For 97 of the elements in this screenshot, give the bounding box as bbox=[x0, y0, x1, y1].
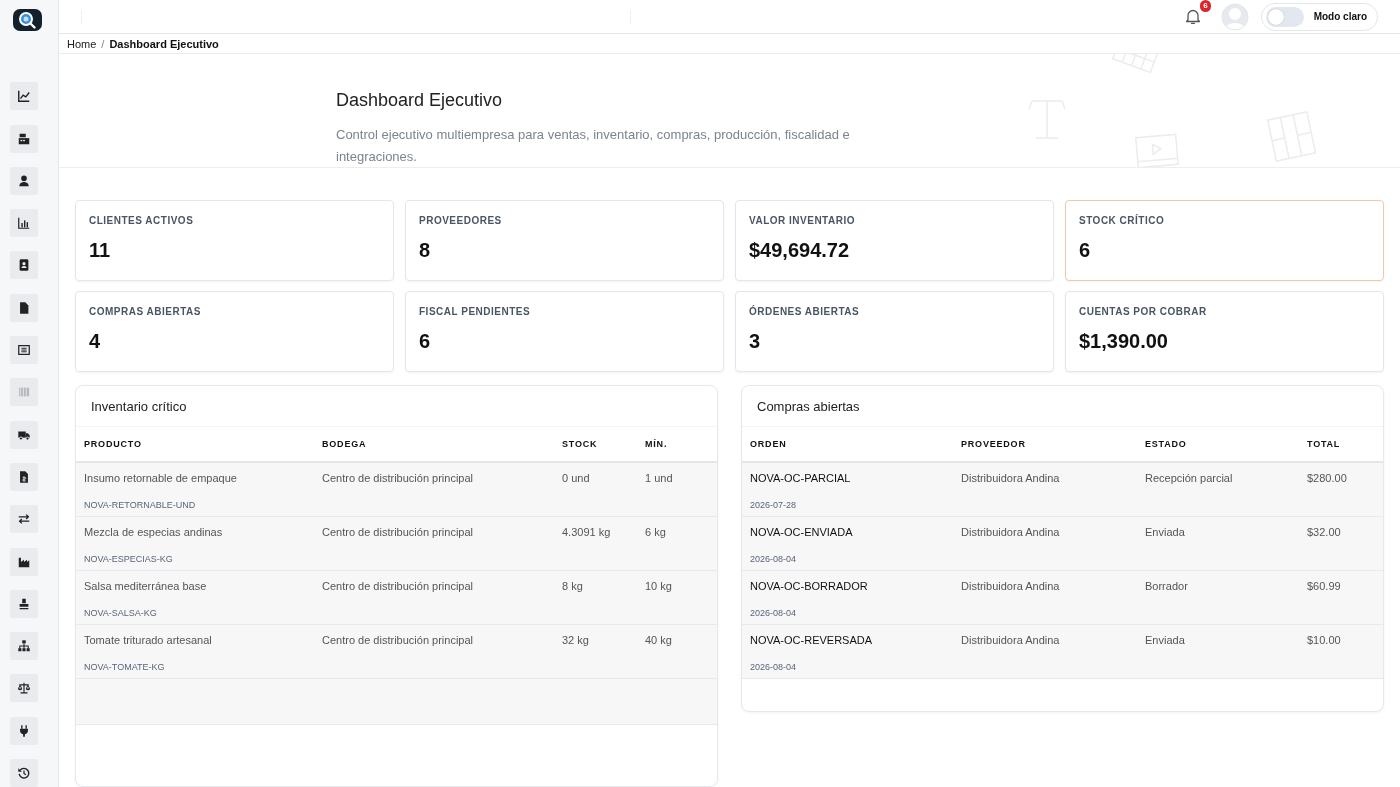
stat-value: 4 bbox=[89, 330, 102, 353]
plug-button[interactable] bbox=[10, 716, 38, 745]
stat-value: 6 bbox=[1079, 239, 1092, 262]
table-cell-text: 6 kg bbox=[645, 526, 667, 538]
cell-subtext: 2026-08-04 bbox=[750, 608, 798, 618]
cell-subtext: NOVA-RETORNABLE-UND bbox=[84, 500, 197, 510]
table-cell-text: $60.99 bbox=[1307, 580, 1342, 592]
bar-chart-button[interactable] bbox=[10, 209, 38, 238]
table-cell-text: 32 kg bbox=[562, 634, 590, 646]
list-box-icon bbox=[17, 343, 31, 358]
table-cell-text: Enviada bbox=[1145, 634, 1186, 646]
cash-register-button[interactable] bbox=[10, 124, 38, 153]
stat-label: COMPRAS ABIERTAS bbox=[89, 306, 202, 317]
table-cell-text: NOVA-OC-ENVIADA bbox=[750, 526, 854, 538]
scale-icon bbox=[17, 681, 31, 696]
table-cell-text: 1 und bbox=[645, 472, 674, 484]
history-icon bbox=[17, 766, 31, 780]
table-cell-text: Salsa mediterránea base bbox=[84, 580, 208, 592]
card-title: Compras abiertas bbox=[742, 386, 1383, 427]
history-button[interactable] bbox=[10, 759, 38, 787]
table-cell-text: Centro de distribución principal bbox=[322, 472, 475, 484]
table-cell-text: Tomate triturado artesanal bbox=[84, 634, 213, 646]
current-page-label: Dashboard Ejecutivo bbox=[109, 37, 219, 50]
factory-button[interactable] bbox=[10, 547, 38, 576]
stat-label: ÓRDENES ABIERTAS bbox=[749, 306, 861, 317]
cell-subtext: 2026-08-04 bbox=[750, 554, 798, 564]
page-description: Control ejecutivo multiempresa para ventas, inventario, compras, producción, fiscalidad e integraciones. bbox=[336, 126, 851, 167]
table-cell-text: Distribuidora Andina bbox=[961, 526, 1061, 538]
card-title: Inventario crítico bbox=[76, 386, 717, 427]
stat-label: CUENTAS POR COBRAR bbox=[1079, 306, 1208, 317]
stat-value: $49,694.72 bbox=[749, 239, 851, 262]
table-cell-text: Enviada bbox=[1145, 526, 1186, 538]
invoice-icon bbox=[17, 469, 31, 484]
table-cell-text: Centro de distribución principal bbox=[322, 526, 475, 538]
stat-label: FISCAL PENDIENTES bbox=[419, 306, 532, 317]
stat-label: VALOR INVENTARIO bbox=[749, 215, 856, 226]
table-cell-text: Centro de distribución principal bbox=[322, 634, 475, 646]
table-cell-text: NOVA-OC-BORRADOR bbox=[750, 580, 869, 592]
stamp-icon bbox=[17, 596, 31, 611]
sitemap-icon bbox=[17, 639, 31, 654]
table-cell-text: NOVA-OC-PARCIAL bbox=[750, 472, 852, 484]
table-cell-text: 40 kg bbox=[645, 634, 673, 646]
stat-label: STOCK CRÍTICO bbox=[1079, 215, 1166, 226]
table-cell-text: Distribuidora Andina bbox=[961, 634, 1061, 646]
stat-value: 6 bbox=[419, 330, 432, 353]
table-cell-text: Mezcla de especias andinas bbox=[84, 526, 224, 538]
stat-value: 3 bbox=[749, 330, 762, 353]
table-cell-text: Distribuidora Andina bbox=[961, 472, 1061, 484]
list-box-button[interactable] bbox=[10, 336, 38, 365]
cash-register-icon bbox=[17, 131, 31, 146]
stat-label: PROVEEDORES bbox=[419, 215, 503, 226]
logo-icon[interactable] bbox=[12, 9, 42, 32]
invoice-button[interactable] bbox=[10, 462, 38, 491]
chart-line-button[interactable] bbox=[10, 82, 38, 111]
table-cell-text: $280.00 bbox=[1307, 472, 1348, 484]
swap-arrows-button[interactable] bbox=[10, 505, 38, 534]
table-cell-text: Recepción parcial bbox=[1145, 472, 1234, 484]
cell-subtext: NOVA-ESPECIAS-KG bbox=[84, 554, 174, 564]
scale-button[interactable] bbox=[10, 674, 38, 703]
table-cell-text: $32.00 bbox=[1307, 526, 1342, 538]
file-button[interactable] bbox=[10, 293, 38, 322]
cell-subtext: 2026-08-04 bbox=[750, 662, 798, 672]
table-cell-text: 0 und bbox=[562, 472, 591, 484]
page-title: Dashboard Ejecutivo bbox=[336, 90, 504, 112]
table-cell-text: $10.00 bbox=[1307, 634, 1342, 646]
table-cell-text: Borrador bbox=[1145, 580, 1189, 592]
user-button[interactable] bbox=[10, 166, 38, 195]
truck-button[interactable] bbox=[10, 420, 38, 449]
table-cell-text: 4.3091 kg bbox=[562, 526, 612, 538]
swap-arrows-icon bbox=[17, 512, 31, 527]
user-icon bbox=[17, 173, 31, 188]
cell-subtext: NOVA-SALSA-KG bbox=[84, 608, 158, 618]
contact-book-icon bbox=[17, 258, 31, 273]
table-cell-text: NOVA-OC-REVERSADA bbox=[750, 634, 874, 646]
notification-count: 6 bbox=[1200, 0, 1211, 12]
contact-book-button[interactable] bbox=[10, 251, 38, 280]
table-cell-text: 10 kg bbox=[645, 580, 673, 592]
notification-bell-icon[interactable] bbox=[1184, 8, 1201, 26]
table-cell-text: Distribuidora Andina bbox=[961, 580, 1061, 592]
stat-value: 8 bbox=[419, 239, 432, 262]
stat-label: CLIENTES ACTIVOS bbox=[89, 215, 195, 226]
breadcrumb-link[interactable]: Home bbox=[67, 37, 97, 50]
chart-line-icon bbox=[17, 89, 31, 104]
table-cell-text: Centro de distribución principal bbox=[322, 580, 475, 592]
cell-subtext: 2026-07-28 bbox=[750, 500, 798, 510]
stat-value: $1,390.00 bbox=[1079, 330, 1169, 353]
file-icon bbox=[17, 300, 31, 315]
sitemap-button[interactable] bbox=[10, 632, 38, 661]
bar-chart-icon bbox=[17, 216, 31, 231]
table-cell-text: 8 kg bbox=[562, 580, 584, 592]
plug-icon bbox=[17, 723, 31, 738]
stamp-button[interactable] bbox=[10, 589, 38, 618]
table-cell-text: Insumo retornable de empaque bbox=[84, 472, 238, 484]
breadcrumb-separator: / bbox=[101, 37, 105, 50]
theme-toggle[interactable]: Modo claro bbox=[1260, 2, 1378, 31]
stat-value: 11 bbox=[89, 239, 112, 262]
cell-subtext: NOVA-TOMATE-KG bbox=[84, 662, 166, 672]
